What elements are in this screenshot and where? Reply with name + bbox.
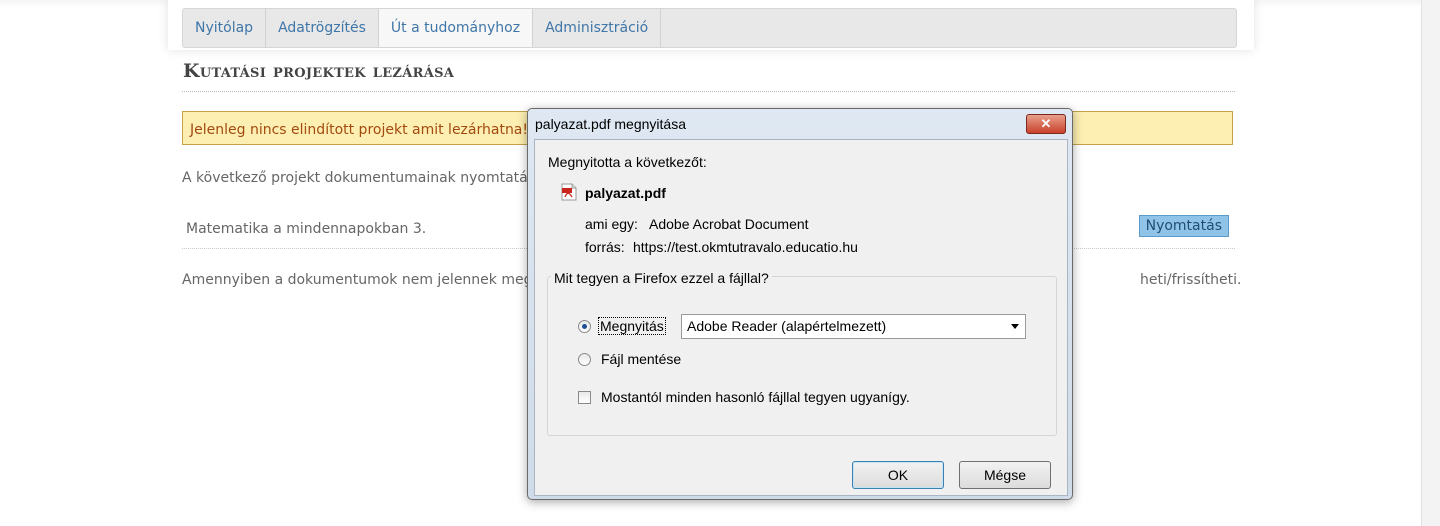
main-navigation: Nyitólap Adatrögzítés Út a tudományhoz A… (182, 8, 1237, 48)
remember-checkbox[interactable] (578, 391, 591, 404)
intro-text: A következő projekt dokumentumainak nyom… (182, 170, 536, 186)
file-name: palyazat.pdf (585, 185, 666, 201)
project-name: Matematika a mindennapokban 3. (186, 221, 427, 237)
nav-tab-adminisztracio[interactable]: Adminisztráció (533, 9, 662, 47)
note-text-right: heti/frissítheti. (1140, 272, 1242, 288)
nav-tab-ut-a-tudomanyhoz[interactable]: Út a tudományhoz (378, 9, 534, 47)
file-type-value: Adobe Acrobat Document (649, 216, 809, 232)
dialog-body: Megnyitotta a következőt: palyazat.pdf a… (534, 139, 1068, 496)
file-type-label: ami egy: (585, 216, 638, 232)
file-open-dialog: palyazat.pdf megnyitása ✕ Megnyitotta a … (527, 108, 1073, 500)
scrollbar-track[interactable] (1421, 0, 1440, 526)
open-with-value: Adobe Reader (alapértelmezett) (687, 318, 887, 334)
file-source-value: https://test.okmtutravalo.educatio.hu (633, 239, 858, 255)
title-divider (182, 91, 1235, 92)
save-radio-label[interactable]: Fájl mentése (601, 351, 681, 367)
file-source-label: forrás: (585, 239, 625, 255)
dialog-titlebar[interactable]: palyazat.pdf megnyitása ✕ (528, 109, 1072, 139)
close-icon[interactable]: ✕ (1026, 114, 1066, 134)
nav-tab-adatrogzites[interactable]: Adatrögzítés (266, 9, 379, 47)
dialog-prompt: Megnyitotta a következőt: (548, 154, 707, 170)
print-button[interactable]: Nyomtatás (1138, 215, 1229, 237)
page-title: Kutatási projektek lezárása (183, 60, 455, 82)
dialog-title: palyazat.pdf megnyitása (535, 116, 686, 132)
note-text-left: Amennyiben a dokumentumok nem jelennek m… (182, 272, 533, 288)
open-with-select[interactable]: Adobe Reader (alapértelmezett) (681, 314, 1026, 339)
pdf-file-icon (561, 183, 577, 201)
ok-button[interactable]: OK (852, 461, 944, 489)
chevron-down-icon (1011, 324, 1019, 329)
action-group-legend: Mit tegyen a Firefox ezzel a fájllal? (551, 270, 772, 286)
cancel-button[interactable]: Mégse (959, 461, 1051, 489)
open-radio[interactable] (578, 320, 591, 333)
remember-checkbox-label[interactable]: Mostantól minden hasonló fájllal tegyen … (601, 389, 910, 405)
open-radio-label[interactable]: Megnyitás (598, 317, 666, 335)
nav-tab-nyitolap[interactable]: Nyitólap (183, 9, 267, 47)
save-radio[interactable] (578, 353, 591, 366)
